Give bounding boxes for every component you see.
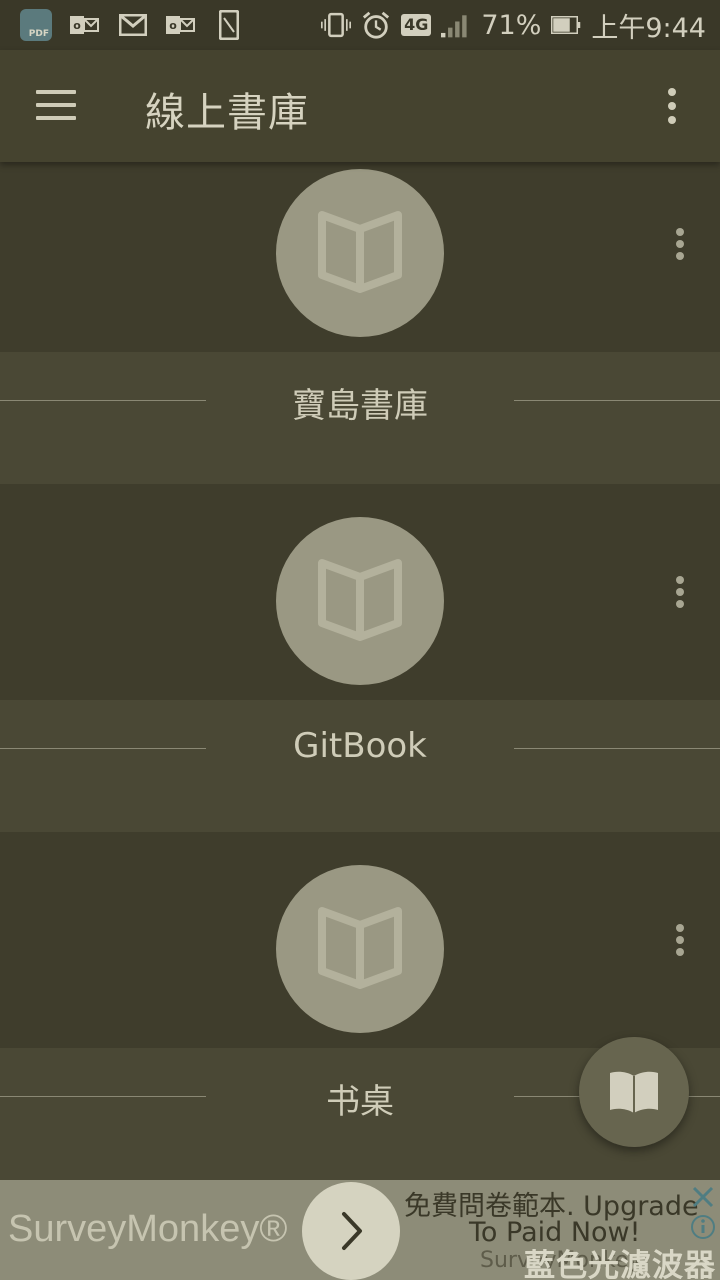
signal-icon <box>441 10 471 40</box>
divider <box>0 400 206 401</box>
svg-text:o: o <box>169 19 177 32</box>
library-card[interactable]: 书桌 <box>0 858 720 1206</box>
card-more-vert-icon[interactable] <box>670 228 690 260</box>
open-book-icon <box>276 169 444 337</box>
page-title: 線上書庫 <box>145 90 309 136</box>
divider <box>0 1096 206 1097</box>
outlook-icon-2: o <box>166 10 196 40</box>
alarm-icon <box>361 10 391 40</box>
battery-percent: 71% <box>481 9 542 41</box>
gmail-icon <box>118 10 148 40</box>
library-card[interactable]: 寶島書庫 <box>0 162 720 510</box>
open-book-icon <box>276 865 444 1033</box>
ad-chevron-right-button[interactable] <box>302 1182 400 1280</box>
blue-light-filter-watermark: 藍色光濾波器 <box>524 1248 716 1280</box>
chevron-right-icon <box>342 1212 362 1250</box>
divider <box>514 748 720 749</box>
ad-brand: SurveyMonkey® <box>8 1208 288 1250</box>
outlook-icon: o <box>70 10 100 40</box>
app-bar: 線上書庫 <box>0 50 720 162</box>
ad-close-icon[interactable] <box>690 1184 716 1210</box>
library-name: 寶島書庫 <box>292 386 428 426</box>
screen: PDF o o 4G 71% 上午9:44 線上書庫 寶島書庫 GitBook … <box>0 0 720 1280</box>
network-type-badge: 4G <box>401 14 432 36</box>
hamburger-menu-icon[interactable] <box>36 90 76 122</box>
divider <box>0 748 206 749</box>
vibrate-icon <box>321 10 352 40</box>
battery-icon <box>551 10 581 40</box>
card-more-vert-icon[interactable] <box>670 576 690 608</box>
ad-info-icon[interactable] <box>690 1214 716 1240</box>
status-bar: PDF o o 4G 71% 上午9:44 <box>0 0 720 50</box>
clock: 上午9:44 <box>591 12 706 44</box>
more-vert-icon[interactable] <box>660 88 684 124</box>
library-name: GitBook <box>293 726 427 766</box>
svg-text:o: o <box>73 19 81 32</box>
open-book-fab-button[interactable] <box>579 1037 689 1147</box>
divider <box>514 400 720 401</box>
card-more-vert-icon[interactable] <box>670 924 690 956</box>
library-name: 书桌 <box>326 1082 394 1122</box>
open-book-icon <box>610 1071 658 1113</box>
open-book-icon <box>276 517 444 685</box>
library-card[interactable]: GitBook <box>0 510 720 858</box>
pdf-app-icon: PDF <box>20 9 52 41</box>
ad-banner[interactable]: SurveyMonkey® 免費問卷範本. Upgrade To Paid No… <box>0 1180 720 1280</box>
phone-screenshot-icon <box>214 10 244 40</box>
